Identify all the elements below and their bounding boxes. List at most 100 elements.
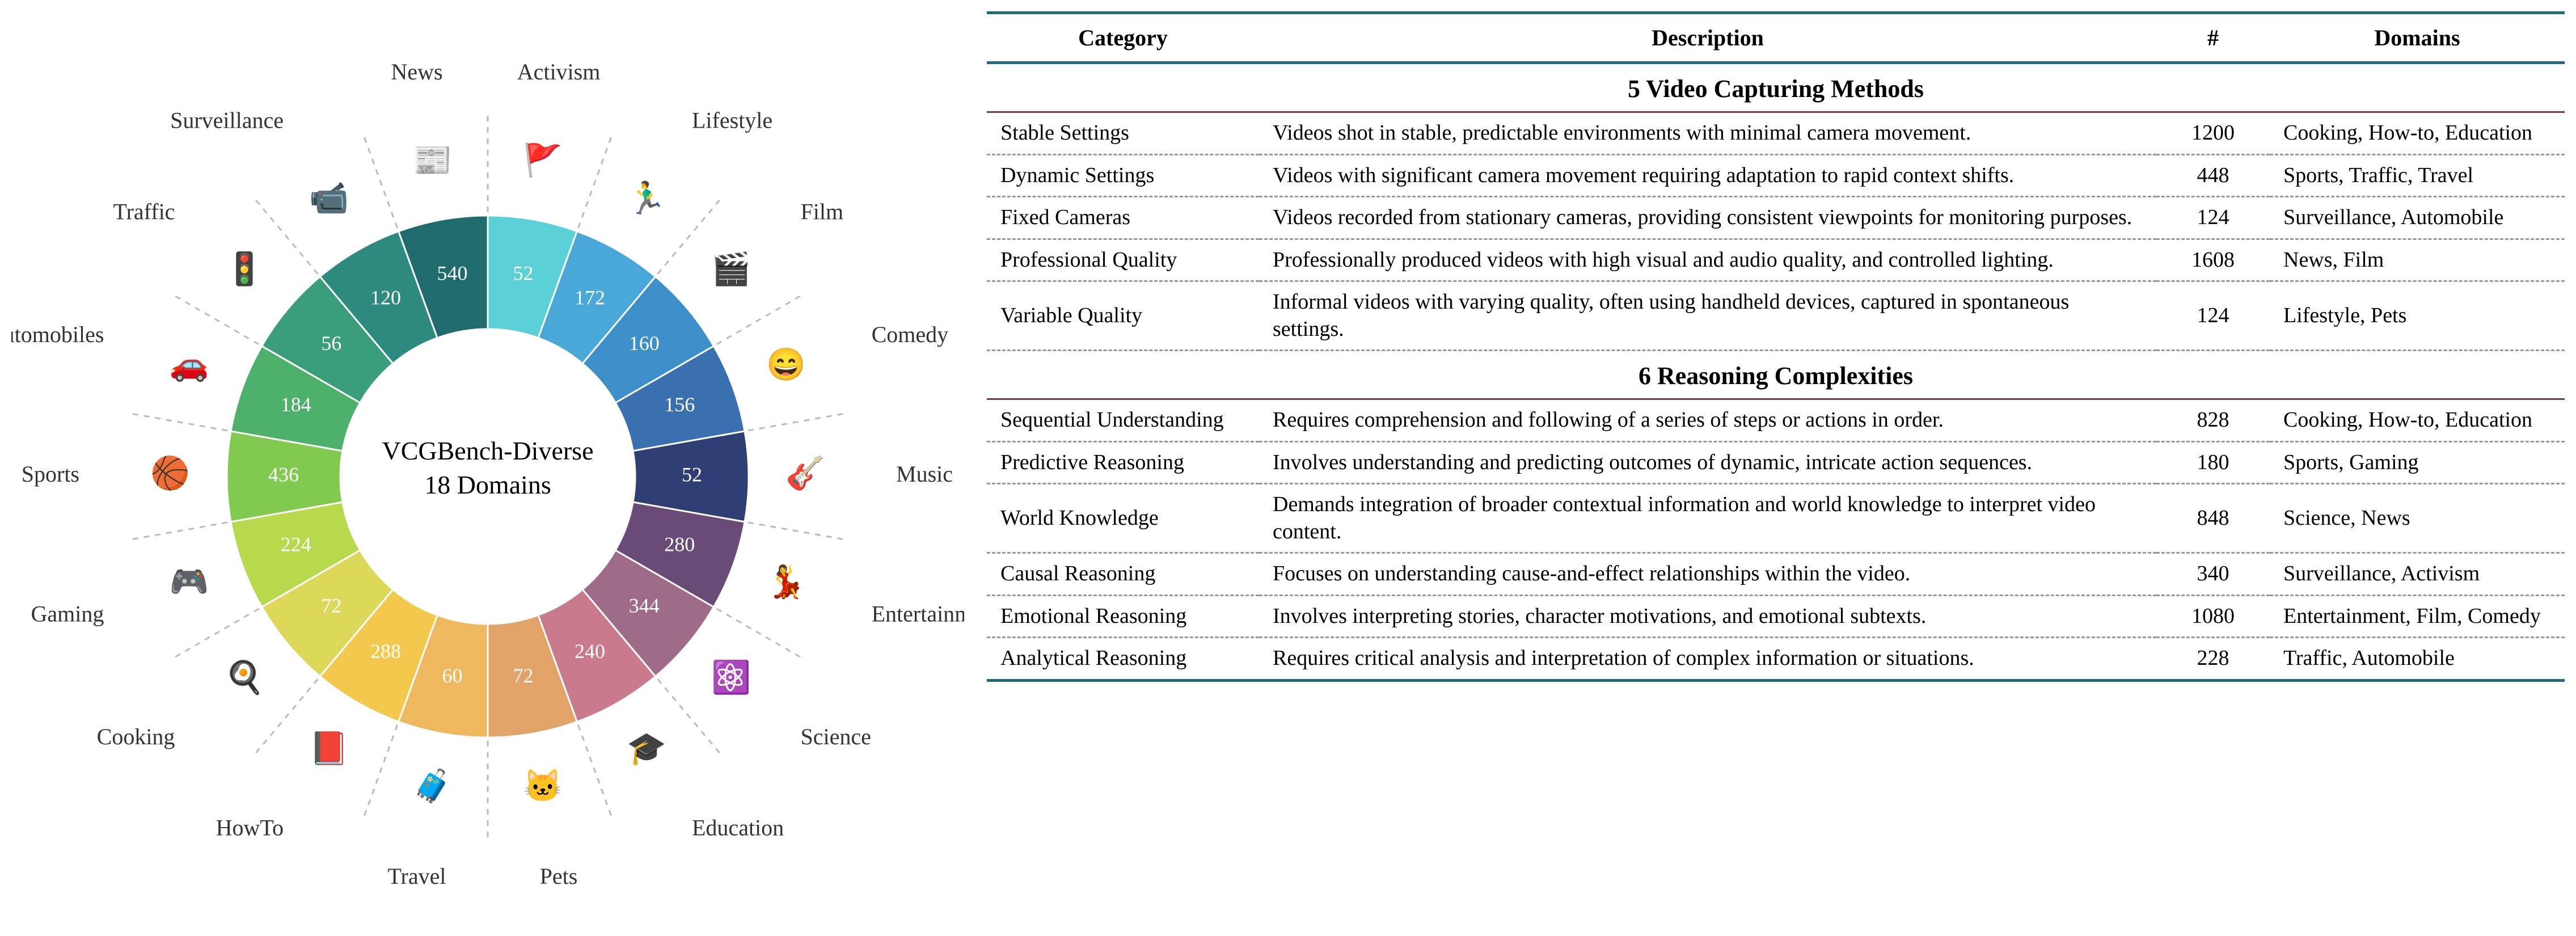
slice-value: 72	[321, 595, 341, 617]
cell-count: 180	[2156, 441, 2270, 484]
cell-description: Videos shot in stable, predictable envir…	[1259, 112, 2156, 155]
domain-label: Gaming	[31, 601, 104, 626]
domain-label: Science	[801, 724, 871, 749]
slice-value: 52	[513, 262, 534, 285]
domain-label: Comedy	[872, 322, 949, 347]
travel-icon: 🧳	[413, 768, 453, 804]
table-row: Predictive ReasoningInvolves understandi…	[987, 441, 2565, 484]
cell-description: Videos with significant camera movement …	[1259, 154, 2156, 197]
cell-description: Professionally produced videos with high…	[1259, 239, 2156, 281]
cell-domains: Cooking, How-to, Education	[2270, 112, 2565, 155]
surveillance-icon: 📹	[309, 181, 349, 216]
domain-label: Lifestyle	[692, 108, 772, 133]
benchmark-table: Category Description # Domains 5 Video C…	[987, 11, 2565, 682]
domain-label: Music	[896, 461, 953, 487]
science-icon: ⚛️	[711, 659, 751, 695]
slice-value: 120	[370, 286, 401, 309]
cell-category: Professional Quality	[987, 239, 1259, 281]
section-title: 6 Reasoning Complexities	[987, 351, 2565, 399]
cell-domains: Surveillance, Automobile	[2270, 197, 2565, 239]
traffic-icon: 🚦	[225, 251, 264, 287]
cell-count: 1608	[2156, 239, 2270, 281]
slice-value: 280	[664, 533, 695, 555]
radial-divider	[130, 414, 227, 431]
cell-category: Predictive Reasoning	[987, 441, 1259, 484]
cell-count: 124	[2156, 281, 2270, 351]
cooking-icon: 🍳	[225, 659, 264, 696]
domain-label: Automobiles	[11, 322, 104, 347]
cell-count: 1200	[2156, 112, 2270, 155]
table-row: Variable QualityInformal videos with var…	[987, 281, 2565, 351]
cell-description: Focuses on understanding cause-and-effec…	[1259, 553, 2156, 596]
cell-description: Involves understanding and predicting ou…	[1259, 441, 2156, 484]
radial-divider	[364, 136, 398, 229]
cell-domains: Sports, Traffic, Travel	[2270, 154, 2565, 197]
domain-label: Film	[801, 199, 844, 224]
slice-value: 540	[437, 262, 467, 285]
gaming-icon: 🎮	[170, 564, 209, 600]
radial-divider	[130, 522, 227, 539]
cell-count: 828	[2156, 399, 2270, 442]
film-icon: 🎬	[711, 251, 751, 287]
slice-value: 52	[682, 463, 702, 486]
radial-divider	[578, 136, 612, 229]
cell-description: Demands integration of broader contextua…	[1259, 484, 2156, 553]
cell-description: Requires comprehension and following of …	[1259, 399, 2156, 442]
table-row: Analytical ReasoningRequires critical an…	[987, 638, 2565, 681]
lifestyle-icon: 🏃‍♂️	[627, 180, 666, 216]
comedy-icon: 😄	[766, 347, 806, 382]
radial-divider	[174, 609, 259, 658]
news-icon: 📰	[413, 143, 453, 178]
slice-value: 436	[268, 463, 299, 486]
cell-description: Informal videos with varying quality, of…	[1259, 281, 2156, 351]
cell-description: Requires critical analysis and interpret…	[1259, 638, 2156, 681]
section-header-row: 5 Video Capturing Methods	[987, 63, 2565, 112]
slice-value: 224	[281, 533, 311, 555]
cell-category: Analytical Reasoning	[987, 638, 1259, 681]
radial-divider	[748, 522, 845, 539]
education-icon: 🎓	[627, 731, 666, 766]
slice-value: 240	[575, 640, 605, 663]
cell-category: Variable Quality	[987, 281, 1259, 351]
table-row: Emotional ReasoningInvolves interpreting…	[987, 595, 2565, 638]
slice-value: 160	[629, 332, 660, 355]
cell-domains: Lifestyle, Pets	[2270, 281, 2565, 351]
cell-domains: Entertainment, Film, Comedy	[2270, 595, 2565, 638]
radial-divider	[174, 295, 259, 344]
domain-label: Entertainment	[872, 601, 964, 626]
cell-domains: News, Film	[2270, 239, 2565, 281]
cell-description: Videos recorded from stationary cameras,…	[1259, 197, 2156, 239]
col-category: Category	[987, 13, 1259, 63]
cell-category: Sequential Understanding	[987, 399, 1259, 442]
radial-divider	[748, 414, 845, 431]
domain-label: Traffic	[113, 199, 175, 224]
col-description: Description	[1259, 13, 2156, 63]
cell-category: Fixed Cameras	[987, 197, 1259, 239]
table-row: World KnowledgeDemands integration of br…	[987, 484, 2565, 553]
table-row: Fixed CamerasVideos recorded from statio…	[987, 197, 2565, 239]
slice-value: 56	[321, 332, 341, 355]
cell-description: Involves interpreting stories, character…	[1259, 595, 2156, 638]
slice-value: 288	[370, 640, 401, 663]
section-title: 5 Video Capturing Methods	[987, 63, 2565, 112]
section-header-row: 6 Reasoning Complexities	[987, 351, 2565, 399]
table-row: Causal ReasoningFocuses on understanding…	[987, 553, 2565, 596]
cell-domains: Traffic, Automobile	[2270, 638, 2565, 681]
table-header-row: Category Description # Domains	[987, 13, 2565, 63]
radial-divider	[578, 725, 612, 818]
slice-value: 60	[442, 664, 462, 687]
cell-domains: Science, News	[2270, 484, 2565, 553]
domain-label: Surveillance	[170, 108, 284, 133]
col-count: #	[2156, 13, 2270, 63]
cell-count: 448	[2156, 154, 2270, 197]
domain-label: Education	[692, 815, 784, 841]
col-domains: Domains	[2270, 13, 2565, 63]
radial-divider	[364, 725, 398, 818]
radial-divider	[717, 295, 803, 344]
cell-category: Dynamic Settings	[987, 154, 1259, 197]
slice-value: 344	[629, 595, 660, 617]
slice-value: 184	[281, 393, 311, 416]
table-row: Dynamic SettingsVideos with significant …	[987, 154, 2565, 197]
slice-value: 172	[575, 286, 605, 309]
cell-count: 340	[2156, 553, 2270, 596]
